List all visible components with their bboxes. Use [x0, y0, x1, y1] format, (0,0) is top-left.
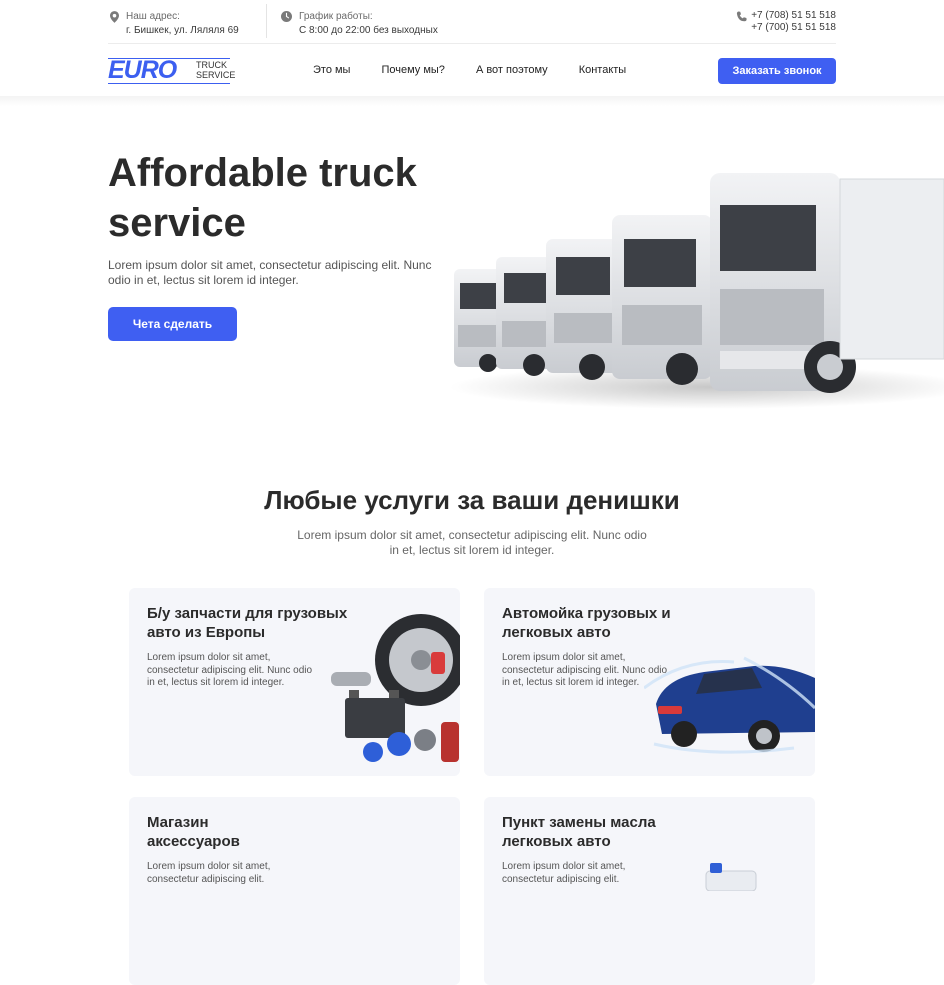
nav-item-contacts[interactable]: Контакты — [579, 64, 627, 76]
hero-title: Affordable truck service — [108, 151, 417, 245]
address-value: г. Бишкек, ул. Ляляля 69 — [126, 25, 239, 36]
service-card-used-parts[interactable]: Б/у запчасти для грузовых авто из Европы… — [129, 588, 460, 776]
phone-number-2[interactable]: +7 (700) 51 51 518 — [751, 22, 836, 34]
card-text: Lorem ipsum dolor sit amet, consectetur … — [502, 861, 626, 885]
hero-action-button[interactable]: Чета сделать — [108, 307, 237, 341]
phone-icon — [736, 11, 747, 22]
nav-menu: Это мы Почему мы? А вот поэтому Контакты — [313, 64, 657, 76]
address-label: Наш адрес: — [126, 11, 180, 22]
nav-item-because[interactable]: А вот поэтому — [476, 64, 548, 76]
phones-block: +7 (708) 51 51 518 +7 (700) 51 51 518 — [736, 10, 836, 34]
card-title: Пункт замены масла легковых авто — [502, 814, 656, 850]
nav-item-about[interactable]: Это мы — [313, 64, 350, 76]
nav-item-why-us[interactable]: Почему мы? — [381, 64, 444, 76]
logo-main-text: EURO — [108, 56, 177, 84]
logo-sub-truck: TRUCK — [196, 60, 227, 70]
top-info-bar: Наш адрес: г. Бишкек, ул. Ляляля 69 Граф… — [108, 4, 836, 44]
truck-4 — [612, 215, 712, 385]
request-call-button[interactable]: Заказать звонок — [718, 58, 836, 84]
service-card-accessories-shop[interactable]: Магазин аксессуаров Lorem ipsum dolor si… — [129, 797, 460, 985]
main-nav: EURO TRUCK SERVICE Это мы Почему мы? А в… — [108, 56, 836, 86]
clock-icon — [281, 11, 292, 22]
header-shadow — [0, 96, 944, 106]
hours-block: График работы: С 8:00 до 22:00 без выход… — [266, 4, 438, 38]
card-text: Lorem ipsum dolor sit amet, consectetur … — [147, 652, 313, 688]
card-title: Автомойка грузовых и легковых авто — [502, 605, 671, 641]
card-title: Магазин аксессуаров — [147, 814, 240, 850]
logo-line — [108, 83, 230, 84]
phone-number-1[interactable]: +7 (708) 51 51 518 — [751, 10, 836, 22]
logo-sub-text: TRUCK SERVICE — [196, 60, 235, 80]
oil-bottle-image — [705, 863, 757, 891]
car-wash-image — [644, 656, 815, 754]
card-text: Lorem ipsum dolor sit amet, consectetur … — [147, 861, 271, 885]
logo[interactable]: EURO TRUCK SERVICE — [108, 56, 235, 86]
auto-parts-image — [331, 614, 460, 762]
hours-label: График работы: — [299, 11, 373, 22]
services-title: Любые услуги за ваши денишки — [264, 485, 680, 515]
hero-text: Lorem ipsum dolor sit amet, consectetur … — [108, 258, 432, 287]
service-card-car-wash[interactable]: Автомойка грузовых и легковых авто Lorem… — [484, 588, 815, 776]
service-card-oil-change[interactable]: Пункт замены масла легковых авто Lorem i… — [484, 797, 815, 985]
logo-sub-service: SERVICE — [196, 70, 236, 80]
map-pin-icon — [110, 11, 119, 23]
trucks-image — [450, 173, 944, 409]
services-subtitle: Lorem ipsum dolor sit amet, consectetur … — [297, 528, 647, 557]
truck-5 — [710, 173, 944, 393]
hours-value: С 8:00 до 22:00 без выходных — [299, 25, 438, 36]
truck-3 — [546, 239, 622, 380]
